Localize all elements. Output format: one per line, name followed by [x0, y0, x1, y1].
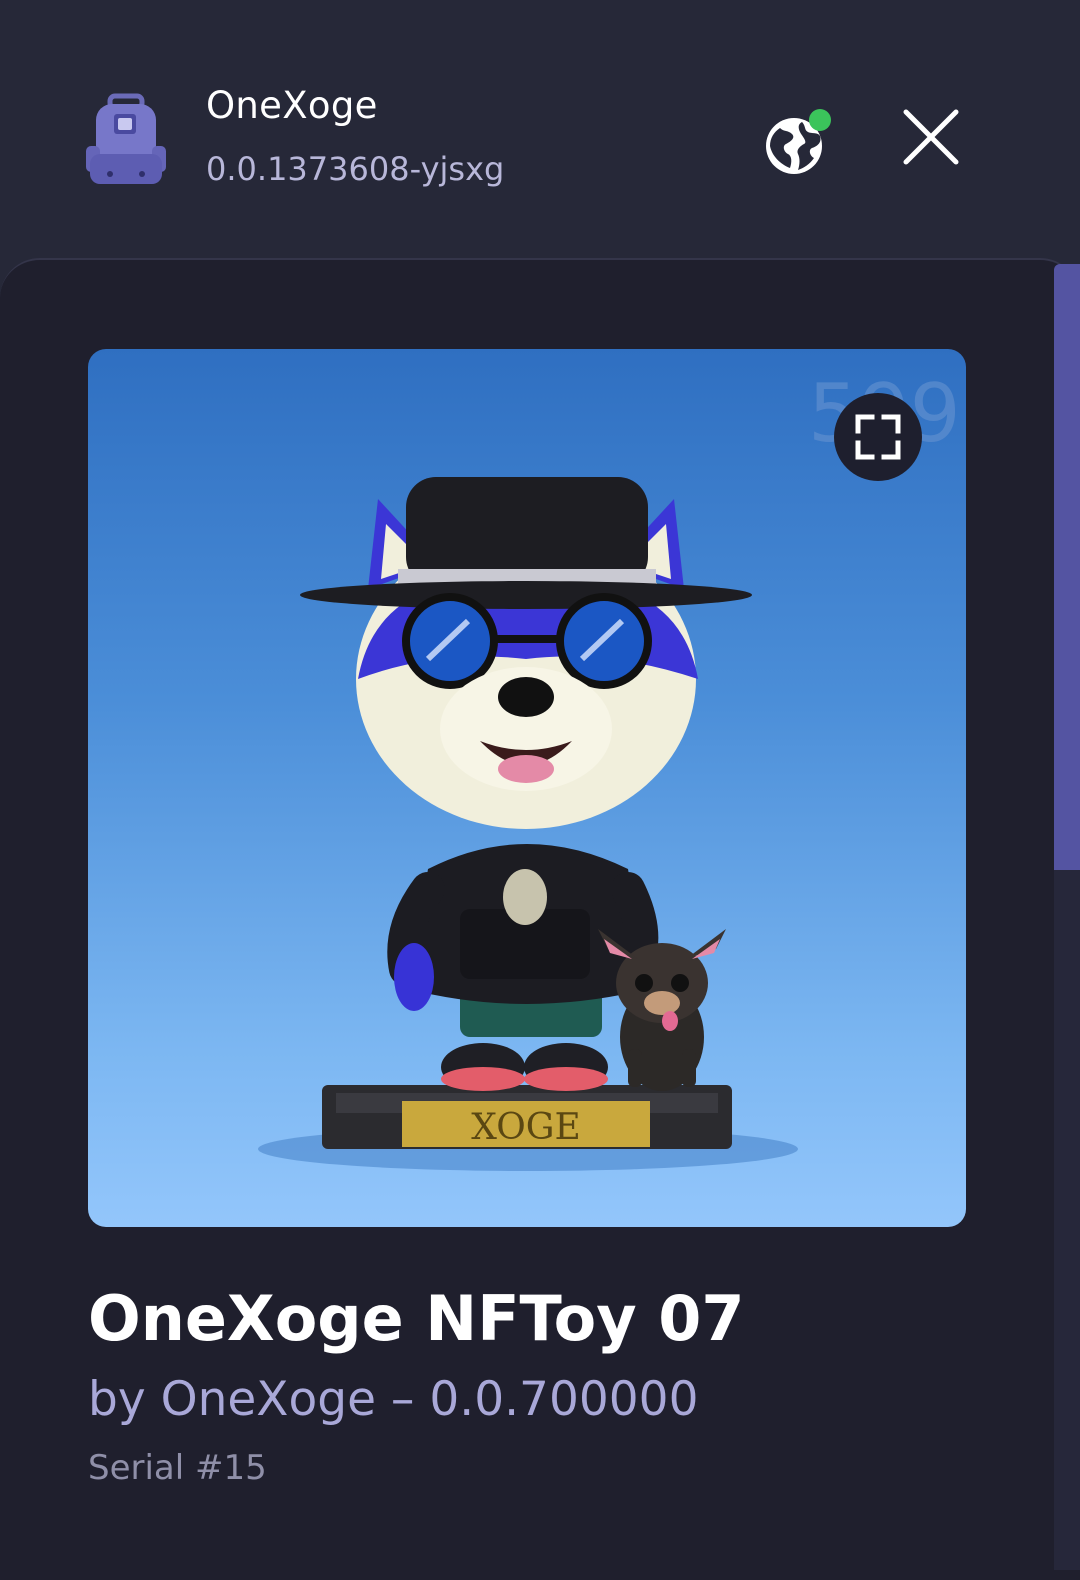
network-status-dot — [809, 109, 831, 131]
fullscreen-icon — [855, 414, 901, 460]
fullscreen-button[interactable] — [834, 393, 922, 481]
account-id: 0.0.1373608-yjsxg — [206, 150, 505, 188]
nft-serial: Serial #15 — [88, 1448, 267, 1488]
plaque-text: XOGE — [471, 1107, 581, 1148]
close-icon — [903, 109, 959, 165]
nft-title: OneXoge NFToy 07 — [88, 1282, 745, 1355]
scrollbar-track[interactable] — [1054, 870, 1080, 1570]
top-bar: OneXoge 0.0.1373608-yjsxg — [0, 0, 1080, 258]
backpack-icon[interactable] — [84, 92, 168, 188]
close-button[interactable] — [898, 104, 964, 170]
app-name: OneXoge — [206, 84, 378, 127]
scrollbar-thumb[interactable] — [1054, 264, 1080, 870]
nft-byline[interactable]: by OneXoge – 0.0.700000 — [88, 1372, 698, 1427]
globe-icon[interactable] — [762, 106, 834, 178]
